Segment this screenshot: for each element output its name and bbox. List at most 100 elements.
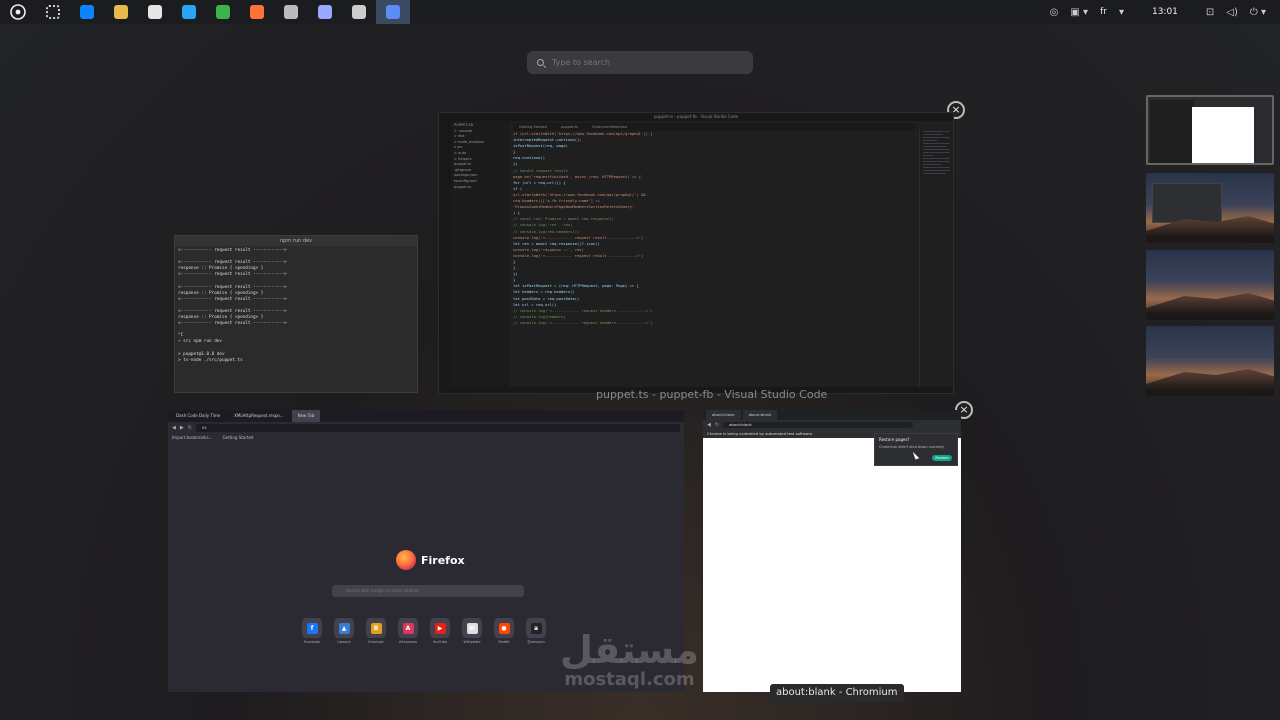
top-site-label: Wikipedia: [463, 640, 481, 644]
terminal-window[interactable]: npm run dev <------------ request result…: [174, 235, 418, 393]
reload-icon[interactable]: ↻: [188, 425, 192, 431]
store-icon[interactable]: [138, 0, 172, 24]
chromium-icon[interactable]: [376, 0, 410, 24]
firefox-icon: [396, 550, 416, 570]
top-site-label: Upwork: [337, 640, 351, 644]
top-site-label: @amazon: [527, 640, 545, 644]
search-input[interactable]: [552, 58, 732, 67]
forward-icon[interactable]: ▶: [180, 425, 184, 431]
launcher-icon[interactable]: [0, 0, 36, 24]
keyboard-layout[interactable]: fr: [1100, 7, 1107, 17]
firefox-logo: Firefox: [396, 550, 465, 570]
browser-tab[interactable]: about:blank: [706, 410, 741, 420]
terminal-title: npm run dev: [175, 236, 417, 246]
back-icon[interactable]: ◀: [172, 425, 176, 431]
overview-search[interactable]: [527, 51, 753, 74]
explorer-item[interactable]: puppet.ts: [454, 185, 506, 191]
top-site-shortcut[interactable]: a @amazon: [526, 618, 546, 644]
top-site-label: Reddit: [498, 640, 510, 644]
bookmarks-bar: Import bookmarks... Getting Started: [168, 433, 684, 442]
newtab-search[interactable]: [332, 585, 524, 597]
vscode-caption: puppet.ts - puppet-fb - Visual Studio Co…: [596, 388, 828, 401]
top-site-icon: a: [526, 618, 546, 638]
back-icon[interactable]: ◀: [707, 422, 711, 428]
top-site-icon: B: [366, 618, 386, 638]
top-site-label: Khamsat: [368, 640, 384, 644]
restore-text: Chromium didn't shut down correctly.: [879, 445, 945, 449]
workspace-thumbnail-3[interactable]: [1146, 250, 1274, 320]
top-site-label: Facebook: [303, 640, 321, 644]
chromium-tabs: about:blank about:blank: [703, 410, 961, 420]
system-tray: ◎ ▣ ▾ fr ▾ 13:01 ⊡ ◁) ⏻ ▾: [1050, 0, 1280, 24]
editor-tab[interactable]: puppet.ts: [555, 123, 584, 131]
bookmark-item[interactable]: Import bookmarks...: [172, 433, 213, 442]
browser-tab[interactable]: XMLHttpRequest.respo...: [228, 410, 289, 422]
explorer-panel: PUPPET-FB > .vscode > dist > node_modules v …: [451, 121, 509, 387]
network-status-icon[interactable]: ◎: [1050, 7, 1059, 18]
firefox-toolbar: ◀ ▶ ↻ ex: [168, 422, 684, 433]
firefox-tabs: Dash Code Daily Time XMLHttpRequest.respo…: [168, 410, 684, 422]
top-site-icon: f: [302, 618, 322, 638]
watermark-arabic: مستقل: [560, 628, 699, 672]
network-icon[interactable]: ⊡: [1206, 7, 1214, 18]
settings-icon[interactable]: [342, 0, 376, 24]
top-site-icon: ●: [494, 618, 514, 638]
chrome-icon[interactable]: [206, 0, 240, 24]
workspace-thumbnail-4[interactable]: [1146, 326, 1274, 396]
editor-tabs: Getting Started puppet.ts ChromiumSelector…: [513, 123, 915, 131]
browser-tab[interactable]: Dash Code Daily Time: [170, 410, 226, 422]
vscode-title: puppet.ts - puppet-fb - Visual Studio Co…: [439, 113, 953, 121]
workspace-thumbnail-2[interactable]: [1146, 173, 1274, 243]
chromium-caption: about:blank - Chromium: [770, 684, 904, 702]
top-site-shortcut[interactable]: ● Reddit: [494, 618, 514, 644]
firefox-brand: Firefox: [421, 553, 465, 567]
top-site-label: Aliexpress: [399, 640, 417, 644]
layout-chevron-icon[interactable]: ▾: [1119, 7, 1124, 18]
clock[interactable]: 13:01: [1152, 7, 1178, 17]
vscode-window[interactable]: puppet.ts - puppet-fb - Visual Studio Co…: [438, 112, 954, 394]
browser-tab[interactable]: about:blank: [742, 410, 778, 420]
top-site-shortcut[interactable]: ▶ YouTube: [430, 618, 450, 644]
watermark-latin: mostaql.com: [564, 669, 695, 690]
chromium-url-field[interactable]: about:blank: [723, 421, 914, 428]
restore-title: Restore pages?: [879, 437, 910, 442]
editor-tab[interactable]: Getting Started: [513, 123, 553, 131]
workspace-thumbnail-1[interactable]: [1146, 95, 1274, 165]
search-icon: [537, 59, 544, 66]
top-site-shortcut[interactable]: B Khamsat: [366, 618, 386, 644]
terminal-output: <------------ request result -----------…: [178, 248, 287, 363]
newtab-search-input[interactable]: [346, 588, 516, 593]
top-site-shortcut[interactable]: f Facebook: [302, 618, 322, 644]
vscode-icon[interactable]: [172, 0, 206, 24]
activity-bar: [439, 121, 451, 387]
minimap[interactable]: [919, 129, 953, 387]
volume-icon[interactable]: ◁): [1226, 7, 1238, 18]
browser-tab[interactable]: New Tab: [291, 410, 321, 422]
files-icon[interactable]: [104, 0, 138, 24]
clipboard-icon[interactable]: ▣ ▾: [1070, 7, 1088, 18]
bookmark-item[interactable]: Getting Started: [223, 433, 254, 442]
terminal-icon[interactable]: [274, 0, 308, 24]
firefox-url-field[interactable]: ex: [195, 423, 680, 432]
power-icon[interactable]: ⏻ ▾: [1250, 7, 1266, 18]
reload-icon[interactable]: ↻: [715, 422, 719, 428]
top-site-label: YouTube: [432, 640, 448, 644]
top-site-icon: ▶: [430, 618, 450, 638]
code-line: // console.log('<------------ request he…: [513, 319, 653, 325]
taskbar-apps: [36, 0, 410, 24]
editor: Getting Started puppet.ts ChromiumSelector…: [509, 121, 919, 387]
restore-button[interactable]: Restore: [932, 455, 952, 461]
top-site-shortcut[interactable]: W Wikipedia: [462, 618, 482, 644]
top-site-shortcut[interactable]: A Aliexpress: [398, 618, 418, 644]
top-site-shortcut[interactable]: ▲ Upwork: [334, 618, 354, 644]
code-area[interactable]: if (url.startsWith('https://www.facebook…: [513, 131, 915, 326]
edge-icon[interactable]: [70, 0, 104, 24]
apps-grid-icon[interactable]: [36, 0, 70, 24]
top-site-icon: ▲: [334, 618, 354, 638]
calculator-icon[interactable]: [308, 0, 342, 24]
firefox-icon[interactable]: [240, 0, 274, 24]
editor-tab[interactable]: ChromiumSelectors: [586, 123, 633, 131]
top-site-icon: A: [398, 618, 418, 638]
top-panel: ◎ ▣ ▾ fr ▾ 13:01 ⊡ ◁) ⏻ ▾: [0, 0, 1280, 24]
top-sites: f Facebook ▲ Upwork B Khamsat A Aliexpress ▶ YouT…: [302, 618, 546, 644]
